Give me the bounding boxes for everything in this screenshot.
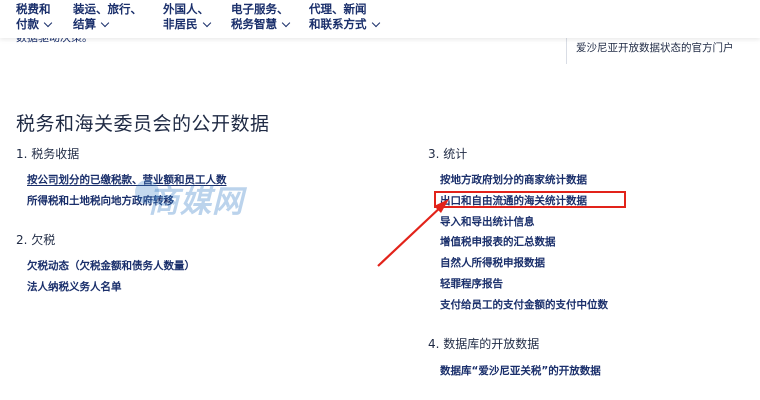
top-navigation: 税费和 付款 装运、旅行、 结算 外国人、 非居民 电子服务、 税务智慧 代理、…	[0, 0, 760, 38]
section-title-database: 4. 数据库的开放数据	[428, 337, 540, 351]
link-vat-return-summary[interactable]: 增值税申报表的汇总数据	[440, 232, 608, 253]
open-data-portal-caption: 爱沙尼亚开放数据状态的官方门户	[576, 42, 734, 54]
nav-item-line1: 装运、旅行、	[73, 2, 142, 16]
link-customs-export-stats[interactable]: 出口和自由流通的海关统计数据	[440, 191, 608, 212]
link-median-employee-pay[interactable]: 支付给员工的支付金额的支付中位数	[440, 295, 608, 316]
chevron-down-icon	[202, 18, 211, 27]
nav-item-line2: 非居民	[163, 17, 198, 31]
link-estonian-customs-open-data[interactable]: 数据库“爱沙尼亚关税”的开放数据	[440, 361, 601, 382]
chevron-down-icon	[43, 18, 53, 27]
section-title-tax-receipts: 1. 税务收据	[16, 147, 80, 161]
link-merchant-stats-by-municipality[interactable]: 按地方政府划分的商家统计数据	[440, 170, 608, 191]
nav-item-line1: 外国人、	[163, 2, 209, 16]
chevron-down-icon	[100, 18, 110, 27]
link-misdemeanor-report[interactable]: 轻罪程序报告	[440, 274, 608, 295]
link-taxes-by-company[interactable]: 按公司划分的已缴税款、营业额和员工人数	[27, 170, 227, 191]
chevron-down-icon	[281, 18, 291, 27]
arrears-links: 欠税动态（欠税金额和债务人数量） 法人纳税义务人名单	[27, 256, 195, 298]
link-income-land-tax-transfer[interactable]: 所得税和土地税向地方政府转移	[27, 191, 227, 212]
nav-item-shipping-travel[interactable]: 装运、旅行、 结算	[73, 2, 142, 32]
nav-item-line2: 付款	[16, 17, 39, 31]
nav-item-taxes-payments[interactable]: 税费和 付款	[16, 2, 53, 32]
link-import-export-stats[interactable]: 导入和导出统计信息	[440, 212, 608, 233]
link-personal-income-tax-data[interactable]: 自然人所得税申报数据	[440, 253, 608, 274]
link-legal-taxpayers-list[interactable]: 法人纳税义务人名单	[27, 277, 195, 298]
section-title-statistics: 3. 统计	[428, 147, 468, 161]
statistics-links: 按地方政府划分的商家统计数据 出口和自由流通的海关统计数据 导入和导出统计信息 …	[440, 170, 608, 316]
nav-item-line2: 结算	[73, 17, 96, 31]
link-arrears-dynamics[interactable]: 欠税动态（欠税金额和债务人数量）	[27, 256, 195, 277]
section-title-arrears: 2. 欠税	[16, 233, 56, 247]
page-title: 税务和海关委员会的公开数据	[16, 113, 270, 135]
nav-item-foreigners[interactable]: 外国人、 非居民	[163, 2, 211, 32]
tax-receipts-links: 按公司划分的已缴税款、营业额和员工人数 所得税和土地税向地方政府转移	[27, 170, 227, 212]
nav-item-line1: 税费和	[16, 2, 51, 16]
nav-item-line1: 电子服务、	[231, 2, 289, 16]
nav-item-agents-news[interactable]: 代理、新闻 和联系方式	[309, 2, 380, 32]
nav-item-line2: 税务智慧	[231, 17, 277, 31]
database-links: 数据库“爱沙尼亚关税”的开放数据	[440, 361, 601, 382]
nav-item-line1: 代理、新闻	[309, 2, 367, 16]
chevron-down-icon	[371, 18, 380, 27]
nav-item-line2: 和联系方式	[309, 17, 367, 31]
nav-item-e-services[interactable]: 电子服务、 税务智慧	[231, 2, 291, 32]
